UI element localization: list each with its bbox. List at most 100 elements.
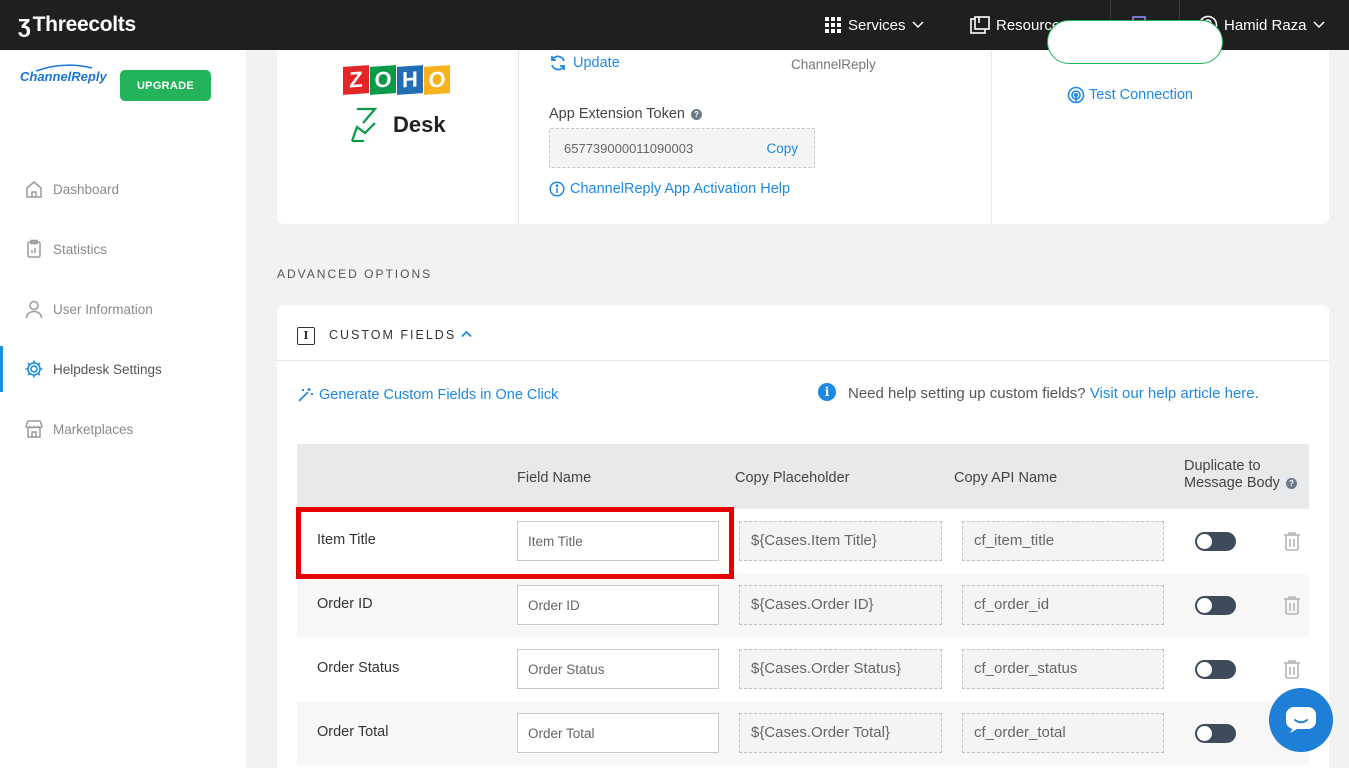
help-prefix: Need help setting up custom fields? [848,385,1086,402]
sidebar-item-user-information[interactable]: User Information [0,286,246,332]
chevron-down-icon [912,21,924,29]
copy-placeholder-field[interactable]: ${Cases.Order ID} [739,585,942,625]
chat-button[interactable] [1269,688,1333,752]
chevron-up-icon[interactable] [461,330,472,338]
store-icon [25,420,43,438]
home-icon [26,181,42,198]
copy-api-name-field[interactable]: cf_order_id [962,585,1164,625]
channelreply-logo[interactable]: ChannelReply [20,64,107,86]
magic-wand-icon [298,388,313,402]
trash-icon[interactable] [1283,659,1301,679]
copy-token-button[interactable]: Copy [766,141,798,156]
custom-fields-table-header: Field Name Copy Placeholder Copy API Nam… [297,444,1309,509]
sidebar-item-dashboard[interactable]: Dashboard [0,166,246,212]
connection-button[interactable] [1047,20,1223,64]
highlight-box [296,507,734,579]
upgrade-button[interactable]: UPGRADE [120,70,211,101]
duplicate-toggle[interactable] [1195,532,1236,551]
copy-placeholder-field[interactable]: ${Cases.Item Title} [739,521,942,561]
column-field-name: Field Name [517,470,592,486]
duplicate-toggle[interactable] [1195,596,1236,615]
custom-fields-title: CUSTOM FIELDS [329,328,457,342]
copy-placeholder-field[interactable]: ${Cases.Order Status} [739,649,942,689]
token-label-text: App Extension Token [549,106,685,122]
table-row: Order ID Order ID ${Cases.Order ID} cf_o… [297,573,1309,637]
user-icon [25,300,43,319]
duplicate-toggle[interactable] [1195,724,1236,743]
threecolts-logo[interactable]: ʒ Threecolts [18,11,137,38]
test-connection-link[interactable]: Test Connection [1067,86,1193,104]
advanced-options-title: ADVANCED OPTIONS [277,267,433,281]
help-article-link[interactable]: Visit our help article here [1090,385,1255,402]
token-label: App Extension Token ? [549,106,702,122]
help-suffix: . [1254,385,1259,402]
sidebar: ChannelReply UPGRADE Dashboard Statistic… [0,50,246,768]
question-icon[interactable]: ? [1285,478,1297,489]
threecolts-mark-icon: ʒ [18,11,31,38]
column-duplicate: Duplicate to Message Body ? [1184,458,1297,492]
sidebar-item-label: Marketplaces [53,421,134,437]
custom-fields-help: Need help setting up custom fields? Visi… [848,383,1288,404]
duplicate-toggle[interactable] [1195,660,1236,679]
table-row: Order Status Order Status ${Cases.Order … [297,637,1309,701]
sidebar-item-label: User Information [53,301,153,317]
field-name-input[interactable]: Order ID [517,585,719,625]
column-duplicate-line1: Duplicate to [1184,458,1261,474]
info-icon: i [818,383,836,401]
column-divider [518,50,519,224]
copy-api-name-field[interactable]: cf_order_total [962,713,1164,753]
channelreply-swoosh-icon [35,64,93,72]
user-name: Hamid Raza [1224,16,1307,34]
generate-custom-fields-label: Generate Custom Fields in One Click [319,387,559,403]
services-menu[interactable]: Services [824,0,930,50]
copy-api-name-field[interactable]: cf_item_title [962,521,1164,561]
brand-name: Threecolts [32,13,137,36]
integration-card: Z O H O Desk Update ChannelReply App Ext… [277,20,1329,224]
trash-icon[interactable] [1283,595,1301,615]
generate-custom-fields-link[interactable]: Generate Custom Fields in One Click [297,387,558,403]
chat-bubble-icon [1286,707,1316,733]
text-field-icon: I [297,327,315,345]
copy-placeholder-field[interactable]: ${Cases.Order Total} [739,713,942,753]
update-link[interactable]: Update [549,54,620,72]
book-icon [970,16,990,34]
signal-icon [1067,86,1085,104]
clipboard-icon [27,239,41,258]
sidebar-item-marketplaces[interactable]: Marketplaces [0,406,246,452]
gear-icon [25,360,43,378]
info-icon [549,181,565,197]
desk-label: Desk [393,112,446,137]
update-label: Update [573,55,620,71]
column-copy-placeholder: Copy Placeholder [735,470,850,486]
desk-logo-icon [350,107,378,143]
test-connection-label: Test Connection [1089,87,1193,103]
row-name: Order ID [317,596,373,612]
sidebar-item-statistics[interactable]: Statistics [0,226,246,272]
copy-api-name-field[interactable]: cf_order_status [962,649,1164,689]
zoho-logo: Z O H O [343,65,451,95]
grid-icon [825,17,841,33]
activation-help-link[interactable]: ChannelReply App Activation Help [549,181,790,197]
question-icon[interactable]: ? [690,108,702,120]
channelreply-value: ChannelReply [791,57,876,72]
field-name-input[interactable]: Order Status [517,649,719,689]
field-name-input[interactable]: Order Total [517,713,719,753]
row-name: Order Status [317,660,400,676]
refresh-icon [551,55,565,71]
custom-fields-header[interactable]: I CUSTOM FIELDS [277,305,1329,361]
column-duplicate-line2: Message Body [1184,475,1280,491]
token-value: 657739000011090003 [564,141,694,156]
trash-icon[interactable] [1283,531,1301,551]
token-field[interactable]: 657739000011090003 Copy [549,128,815,168]
sidebar-item-label: Dashboard [53,181,120,197]
table-row: Order Total Order Total ${Cases.Order To… [297,701,1309,765]
activation-help-text: ChannelReply App Activation Help [570,181,791,197]
column-copy-api-name: Copy API Name [954,470,1058,486]
sidebar-item-label: Statistics [53,241,108,257]
sidebar-item-helpdesk-settings[interactable]: Helpdesk Settings [0,346,246,392]
column-divider [991,50,992,224]
zoho-desk-logo: Desk [349,107,446,143]
row-name: Order Total [317,724,389,740]
chevron-down-icon [1313,21,1325,29]
services-label: Services [848,16,906,34]
